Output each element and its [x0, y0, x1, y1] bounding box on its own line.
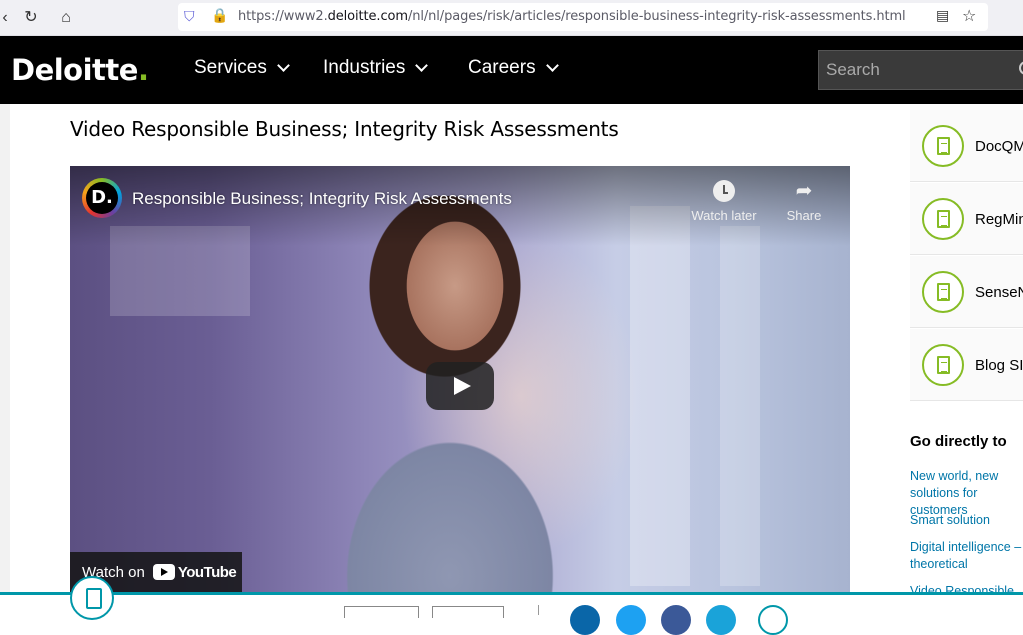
document-icon [922, 125, 964, 167]
browser-toolbar: ‹ ↻ ⌂ ⛉ 🔒 https://www2.deloitte.com/nl/n… [0, 0, 1023, 36]
email-share-icon[interactable] [706, 605, 736, 635]
document-icon [922, 198, 964, 240]
sidebar-item-regmin[interactable]: RegMin [910, 183, 1023, 255]
left-gutter [0, 104, 10, 614]
home-icon[interactable]: ⌂ [55, 7, 77, 29]
site-header: Deloitte. Services Industries Careers [0, 36, 1023, 104]
nav-careers-label: Careers [468, 57, 536, 78]
document-icon [922, 344, 964, 386]
sidebar-item-sensen[interactable]: SenseN [910, 256, 1023, 328]
link-smart-solution[interactable]: Smart solution [910, 512, 1023, 529]
document-icon [922, 271, 964, 313]
nav-services-label: Services [194, 57, 267, 78]
search-input[interactable] [819, 51, 1023, 89]
share-button[interactable]: ➦ Share [764, 180, 844, 223]
twitter-icon[interactable] [616, 605, 646, 635]
sidebar-item-label: SenseN [975, 284, 1023, 301]
video-title[interactable]: Responsible Business; Integrity Risk Ass… [132, 189, 512, 209]
go-directly-heading: Go directly to [910, 433, 1007, 450]
chevron-down-icon [276, 59, 290, 72]
share-arrow-icon: ➦ [795, 180, 813, 202]
back-icon[interactable]: ‹ [0, 7, 16, 29]
bottom-bar-button[interactable] [432, 606, 504, 618]
nav-careers[interactable]: Careers [468, 57, 559, 79]
chevron-down-icon [415, 59, 429, 72]
sidebar-item-blog-sif[interactable]: Blog SIF [910, 329, 1023, 401]
watch-later-button[interactable]: Watch later [684, 180, 764, 223]
clipboard-icon[interactable] [70, 576, 114, 620]
linkedin-icon[interactable] [570, 605, 600, 635]
sidebar-item-label: RegMin [975, 211, 1023, 228]
reader-view-icon[interactable]: ▤ [936, 7, 949, 24]
chevron-down-icon [545, 59, 559, 72]
more-share-icon[interactable] [758, 605, 788, 635]
share-label: Share [786, 208, 822, 223]
nav-services[interactable]: Services [194, 57, 290, 79]
bookmark-star-icon[interactable]: ☆ [962, 6, 976, 26]
deloitte-logo[interactable]: Deloitte. [11, 53, 149, 87]
lock-icon[interactable]: 🔒 [211, 7, 228, 24]
watch-later-label: Watch later [691, 208, 757, 223]
link-digital-intelligence[interactable]: Digital intelligence – theoretical [910, 539, 1023, 573]
sidebar-item-label: Blog SIF [975, 357, 1023, 374]
related-sidebar: DocQM RegMin SenseN Blog SIF [910, 110, 1023, 402]
channel-avatar-letter: D. [86, 182, 118, 214]
channel-avatar[interactable]: D. [82, 178, 122, 218]
reload-icon[interactable]: ↻ [20, 7, 42, 29]
url-text[interactable]: https://www2.deloitte.com/nl/nl/pages/ri… [238, 9, 906, 24]
sticky-bottom-bar [0, 592, 1023, 614]
nav-industries-label: Industries [323, 57, 406, 78]
video-background-pillar [630, 206, 690, 586]
youtube-wordmark: YouTube [177, 563, 237, 581]
clock-icon [713, 180, 735, 202]
tracking-shield-icon[interactable]: ⛉ [184, 8, 195, 25]
address-bar[interactable]: ⛉ 🔒 https://www2.deloitte.com/nl/nl/page… [178, 3, 988, 31]
page-title: Video Responsible Business; Integrity Ri… [70, 117, 619, 141]
bottom-bar-button[interactable] [344, 606, 419, 618]
nav-industries[interactable]: Industries [323, 57, 429, 79]
play-button[interactable] [426, 362, 494, 410]
video-background-pillar [720, 226, 760, 586]
sidebar-item-docqm[interactable]: DocQM [910, 110, 1023, 182]
youtube-play-icon [152, 564, 175, 580]
facebook-icon[interactable] [661, 605, 691, 635]
search-box [818, 50, 1023, 90]
youtube-logo: YouTube [152, 563, 237, 581]
sidebar-item-label: DocQM [975, 138, 1023, 155]
video-player[interactable]: D. Responsible Business; Integrity Risk … [70, 166, 850, 592]
